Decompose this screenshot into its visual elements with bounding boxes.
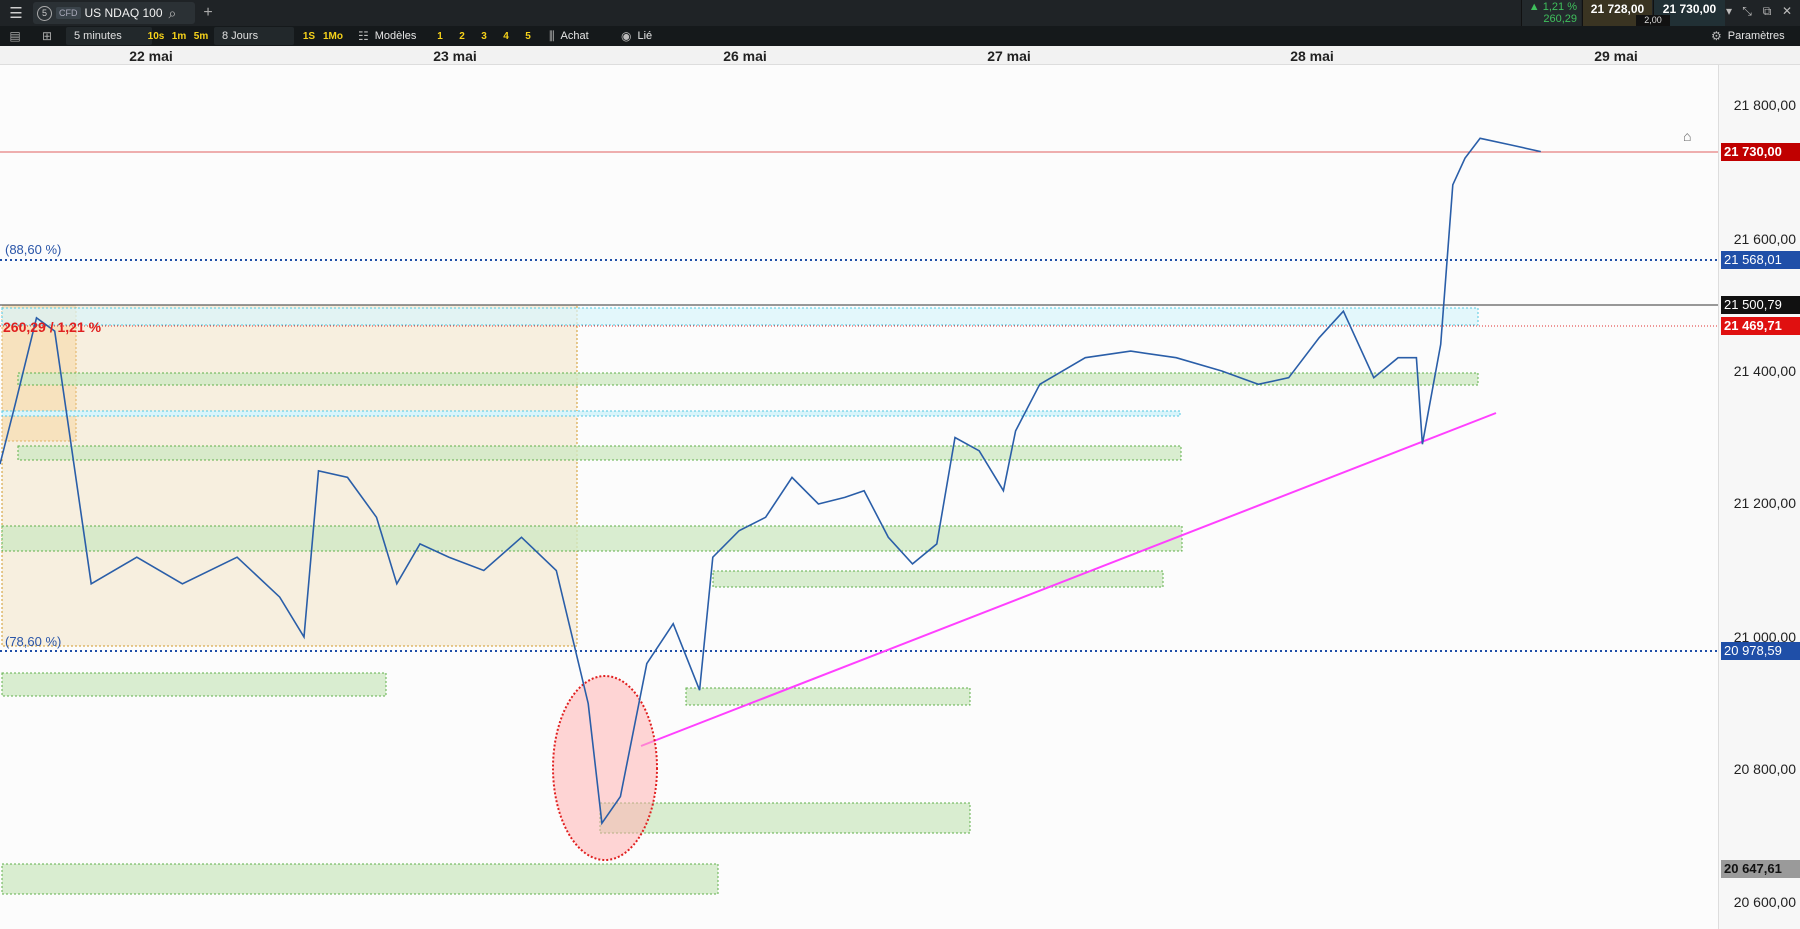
- instrument-tab[interactable]: 5 CFD US NDAQ 100 ⌕: [33, 2, 195, 24]
- date-label: 23 mai: [433, 48, 477, 64]
- resistance-zone: [1, 307, 1479, 326]
- ask-price: 21 730,00: [1662, 2, 1717, 16]
- spread-value: 2,00: [1636, 15, 1670, 26]
- settings-label: Paramètres: [1727, 30, 1785, 42]
- last-price-tag: 21 730,00: [1721, 143, 1800, 161]
- interval-5m[interactable]: 5m: [192, 26, 210, 46]
- trading-app: ☰ 5 CFD US NDAQ 100 ⌕ + ▲ 1,21 % 260,29 …: [0, 0, 1800, 929]
- list-icon[interactable]: ▤: [6, 26, 24, 46]
- highlight-ellipse: [552, 675, 658, 861]
- bid-price: 21 728,00: [1590, 2, 1645, 16]
- support-zone: [1, 863, 719, 895]
- retracement-zone: [1, 304, 578, 647]
- interval-10s[interactable]: 10s: [146, 26, 166, 46]
- change-box: ▲ 1,21 % 260,29: [1521, 0, 1581, 26]
- settings-button[interactable]: ⚙ Paramètres: [1711, 26, 1785, 46]
- timeframe-dropdown[interactable]: 5 minutes: [66, 27, 152, 45]
- price-chart[interactable]: (88,60 %) (78,60 %) 260,29 / 1,21 % ⌂: [0, 65, 1718, 929]
- buy-label: Achat: [560, 30, 589, 42]
- instrument-badge: 5: [37, 5, 52, 21]
- shrink-icon[interactable]: ⤡: [1739, 4, 1755, 19]
- resistance-zone: [1, 410, 1181, 417]
- title-bar: ☰ 5 CFD US NDAQ 100 ⌕ + ▲ 1,21 % 260,29 …: [0, 0, 1800, 26]
- date-label: 27 mai: [987, 48, 1031, 64]
- date-label: 22 mai: [129, 48, 173, 64]
- support-zone: [685, 687, 971, 706]
- price-tick: 21 200,00: [1733, 495, 1796, 511]
- layout-icon[interactable]: ⊞: [38, 26, 56, 46]
- linked-label: Lié: [637, 30, 653, 42]
- instrument-name: US NDAQ 100: [84, 6, 163, 20]
- price-tick: 20 600,00: [1733, 894, 1796, 910]
- linked-button[interactable]: ◉ Lié: [621, 26, 652, 46]
- support-zone: [17, 445, 1182, 461]
- support-zone: [712, 570, 1164, 588]
- buy-button[interactable]: ⫼ Achat: [549, 26, 589, 46]
- gear-icon: ⚙: [1711, 29, 1722, 43]
- change-percent: ▲ 1,21 %: [1528, 1, 1577, 13]
- period-1s[interactable]: 1S: [300, 26, 318, 46]
- preset-2[interactable]: 2: [454, 26, 470, 46]
- range-dropdown[interactable]: 8 Jours: [214, 27, 294, 45]
- performance-label: 260,29 / 1,21 %: [3, 319, 102, 335]
- period-1mo[interactable]: 1Mo: [321, 26, 345, 46]
- low-tag: 20 647,61: [1721, 860, 1800, 878]
- close-icon[interactable]: ✕: [1779, 4, 1795, 18]
- search-icon[interactable]: ⌕: [169, 5, 177, 22]
- popout-icon[interactable]: ⧉: [1759, 4, 1775, 19]
- price-tick: 21 400,00: [1733, 363, 1796, 379]
- support-zone: [1, 525, 1183, 552]
- templates-label: Modèles: [374, 30, 417, 42]
- prev-close-tag: 21 469,71: [1721, 317, 1800, 335]
- chart-toolbar: ▤ ⊞ 5 minutes 10s 1m 5m 8 Jours 1S 1Mo ☷…: [0, 26, 1800, 46]
- support-zone: [599, 802, 971, 834]
- price-tick: 21 600,00: [1733, 231, 1796, 247]
- menu-icon[interactable]: ☰: [4, 0, 28, 26]
- add-tab-icon[interactable]: +: [198, 0, 218, 26]
- preset-4[interactable]: 4: [498, 26, 514, 46]
- candles-icon: ⫼: [549, 28, 555, 43]
- fib-886-tag: 21 568,01: [1721, 251, 1800, 269]
- date-label: 26 mai: [723, 48, 767, 64]
- chart-svg: [0, 137, 1718, 895]
- price-tick: 21 800,00: [1733, 97, 1796, 113]
- more-icon[interactable]: ▾: [1721, 4, 1737, 18]
- fib-786-tag: 20 978,59: [1721, 642, 1800, 660]
- change-points: 260,29: [1543, 13, 1577, 25]
- date-axis: 22 mai 23 mai 26 mai 27 mai 28 mai 29 ma…: [0, 46, 1800, 65]
- date-label: 29 mai: [1594, 48, 1638, 64]
- price-tick: 20 800,00: [1733, 761, 1796, 777]
- preset-5[interactable]: 5: [520, 26, 536, 46]
- fib-886-label: (88,60 %): [5, 242, 62, 257]
- instrument-type-badge: CFD: [56, 7, 81, 19]
- sliders-icon: ☷: [358, 29, 369, 43]
- eye-icon: ◉: [621, 29, 632, 43]
- preset-3[interactable]: 3: [476, 26, 492, 46]
- price-axis[interactable]: 21 800,00 21 600,00 21 400,00 21 200,00 …: [1718, 65, 1800, 929]
- interval-1m[interactable]: 1m: [170, 26, 188, 46]
- fib-786-label: (78,60 %): [5, 634, 62, 649]
- high-tag: 21 500,79: [1721, 296, 1800, 314]
- support-zone: [1, 672, 387, 697]
- templates-button[interactable]: ☷ Modèles: [358, 26, 416, 46]
- date-label: 28 mai: [1290, 48, 1334, 64]
- preset-1[interactable]: 1: [432, 26, 448, 46]
- support-zone: [17, 372, 1479, 386]
- home-icon[interactable]: ⌂: [1683, 128, 1691, 144]
